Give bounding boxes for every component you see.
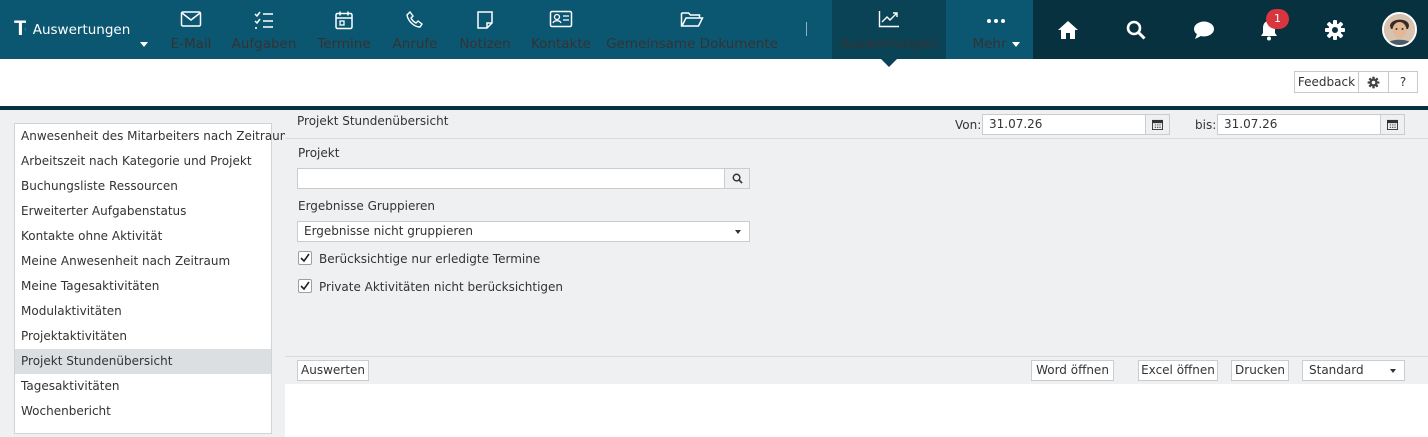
calendar-icon xyxy=(312,10,376,32)
checkbox-private-aktivitaeten-label: Private Aktivitäten nicht berücksichtige… xyxy=(319,280,564,294)
report-list-item[interactable]: Tagesaktivitäten xyxy=(15,374,271,399)
checkmark-icon xyxy=(300,253,310,263)
von-date-input[interactable]: 31.07.26 xyxy=(982,114,1146,135)
chevron-down-icon xyxy=(139,41,148,47)
settings-button[interactable] xyxy=(1301,0,1369,59)
report-list-item[interactable]: Erweiterter Aufgabenstatus xyxy=(15,199,271,224)
nav-kontakte[interactable]: Kontakte xyxy=(528,0,594,59)
excel-oeffnen-button[interactable]: Excel öffnen xyxy=(1138,360,1218,381)
nav-notizen-label: Notizen xyxy=(459,36,511,52)
chat-button[interactable] xyxy=(1170,0,1238,59)
nav-auswertungen[interactable]: Auswertungen xyxy=(832,0,946,59)
nav-notizen[interactable]: Notizen xyxy=(456,0,514,59)
drucken-button[interactable]: Drucken xyxy=(1231,360,1289,381)
search-button[interactable] xyxy=(1102,0,1170,59)
chevron-down-icon xyxy=(1390,369,1396,373)
active-nav-pointer xyxy=(881,59,897,67)
checkbox-erledigte-termine[interactable] xyxy=(298,251,312,265)
note-icon xyxy=(456,10,514,32)
checklist-icon xyxy=(228,10,300,32)
report-list: Anwesenheit des Mitarbeiters nach Zeitra… xyxy=(14,123,291,434)
projekt-label: Projekt xyxy=(298,146,340,160)
tab-auswertungen[interactable]: Auswertungen xyxy=(26,12,137,48)
form-header-divider xyxy=(285,138,1428,139)
help-button[interactable]: ? xyxy=(1389,72,1417,92)
tab-settings-button[interactable] xyxy=(1359,72,1389,92)
nav-mehr[interactable]: Mehr xyxy=(960,0,1032,59)
user-photo xyxy=(1384,14,1415,45)
projekt-input[interactable] xyxy=(297,168,725,189)
nav-gemeinsame-dokumente[interactable]: Gemeinsame Dokumente xyxy=(606,0,778,59)
nav-termine-label: Termine xyxy=(317,36,371,52)
folder-icon xyxy=(606,10,778,32)
search-icon xyxy=(732,173,743,184)
report-list-item[interactable]: Kontakte ohne Aktivität xyxy=(15,224,271,249)
search-icon xyxy=(1126,20,1146,40)
von-label: Von: xyxy=(955,118,982,132)
nav-anrufe[interactable]: Anrufe xyxy=(388,0,442,59)
nav-kontakte-label: Kontakte xyxy=(531,36,591,52)
report-list-item[interactable]: Projektaktivitäten xyxy=(15,324,271,349)
bis-date-input[interactable]: 31.07.26 xyxy=(1217,114,1381,135)
report-list-item[interactable]: Buchungsliste Ressourcen xyxy=(15,174,271,199)
form-title: Projekt Stundenübersicht xyxy=(297,114,449,128)
nav-aufgaben[interactable]: Aufgaben xyxy=(228,0,300,59)
format-select[interactable]: Standard xyxy=(1302,360,1405,381)
tab-tools: Feedback ? xyxy=(1294,71,1418,93)
nav-divider xyxy=(806,22,807,36)
calendar-icon xyxy=(1152,119,1163,130)
checkmark-icon xyxy=(300,281,310,291)
report-list-item[interactable]: Wochenbericht xyxy=(15,399,271,424)
von-calendar-button[interactable] xyxy=(1146,114,1170,135)
auswerten-button[interactable]: Auswerten xyxy=(297,360,369,381)
nav-auswertungen-label: Auswertungen xyxy=(840,36,938,52)
feedback-button[interactable]: Feedback xyxy=(1295,72,1359,92)
word-oeffnen-button[interactable]: Word öffnen xyxy=(1031,360,1114,381)
group-select[interactable]: Ergebnisse nicht gruppieren xyxy=(297,221,750,242)
group-select-value: Ergebnisse nicht gruppieren xyxy=(304,224,473,238)
gear-icon xyxy=(1367,76,1380,88)
report-list-item[interactable]: Meine Tagesaktivitäten xyxy=(15,274,271,299)
report-list-item[interactable]: Modulaktivitäten xyxy=(15,299,271,324)
chevron-down-icon xyxy=(1011,41,1020,47)
mail-icon xyxy=(162,10,220,32)
nav-termine[interactable]: Termine xyxy=(312,0,376,59)
home-icon xyxy=(1058,20,1078,39)
user-avatar[interactable] xyxy=(1382,12,1417,47)
report-list-item[interactable]: Anwesenheit des Mitarbeiters nach Zeitra… xyxy=(15,124,291,149)
nav-anrufe-label: Anrufe xyxy=(392,36,438,52)
notification-badge: 1 xyxy=(1266,9,1289,29)
bis-calendar-button[interactable] xyxy=(1381,114,1405,135)
tab-bar xyxy=(0,59,1428,109)
gear-icon xyxy=(1325,19,1345,40)
nav-dokumente-label: Gemeinsame Dokumente xyxy=(606,36,778,52)
home-button[interactable] xyxy=(1034,0,1102,59)
contact-card-icon xyxy=(528,10,594,32)
nav-aufgaben-label: Aufgaben xyxy=(231,36,297,52)
report-list-item[interactable]: Arbeitszeit nach Kategorie und Projekt xyxy=(15,149,271,174)
group-label: Ergebnisse Gruppieren xyxy=(298,199,436,213)
projekt-search-button[interactable] xyxy=(724,168,750,189)
nav-mehr-label: Mehr xyxy=(972,36,1007,52)
nav-email[interactable]: E-Mail xyxy=(162,0,220,59)
more-dots-icon xyxy=(960,10,1032,32)
phone-icon xyxy=(388,10,442,32)
bis-label: bis: xyxy=(1195,118,1217,132)
format-select-value: Standard xyxy=(1309,363,1364,377)
calendar-icon xyxy=(1387,119,1398,130)
report-list-item[interactable]: Meine Anwesenheit nach Zeitraum xyxy=(15,249,271,274)
chat-icon xyxy=(1194,21,1214,39)
notifications-button[interactable] xyxy=(1235,0,1303,59)
checkbox-erledigte-termine-label: Berücksichtige nur erledigte Termine xyxy=(319,252,541,266)
chart-icon xyxy=(832,10,946,32)
chevron-down-icon xyxy=(735,230,741,234)
checkbox-private-aktivitaeten[interactable] xyxy=(298,279,312,293)
nav-email-label: E-Mail xyxy=(170,36,212,52)
report-list-item-selected[interactable]: Projekt Stundenübersicht xyxy=(15,349,271,374)
